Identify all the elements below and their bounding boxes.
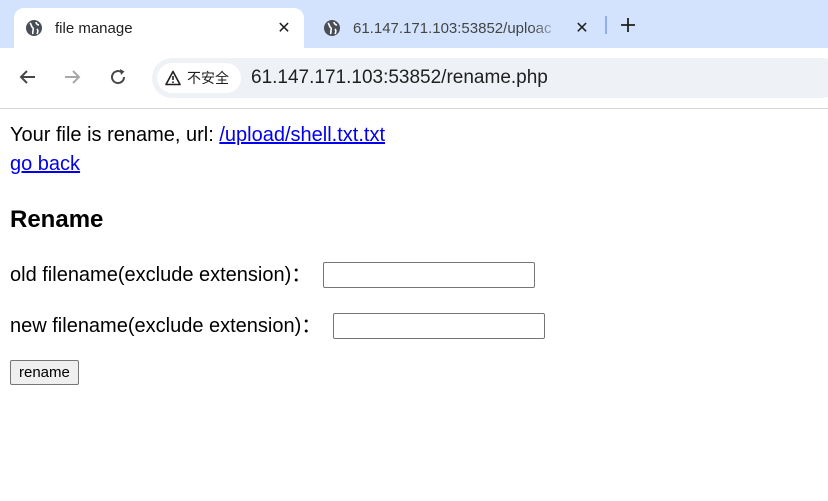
security-label: 不安全: [187, 70, 229, 86]
tab-strip: file manage ✕ 61.147.171.103:53852/uploa…: [0, 0, 828, 48]
back-button[interactable]: [16, 65, 40, 89]
address-bar[interactable]: 不安全 61.147.171.103:53852/rename.php: [152, 58, 828, 98]
go-back-link[interactable]: go back: [10, 153, 80, 175]
new-filename-label: new filename(exclude extension)：: [10, 314, 322, 337]
arrow-right-icon: [65, 70, 81, 84]
reload-button[interactable]: [106, 65, 130, 89]
tab-file-manage[interactable]: file manage ✕: [14, 8, 304, 48]
close-icon[interactable]: ✕: [572, 18, 592, 38]
new-tab-button[interactable]: [616, 13, 640, 37]
browser-toolbar: 不安全 61.147.171.103:53852/rename.php: [0, 48, 828, 109]
old-filename-label: old filename(exclude extension)：: [10, 263, 312, 286]
old-filename-row: old filename(exclude extension)：: [10, 261, 818, 289]
page-title: Rename: [10, 206, 104, 233]
reload-icon: [111, 69, 126, 85]
message-text: Your file is rename, url:: [10, 124, 220, 146]
arrow-left-icon: [19, 70, 35, 84]
tab-title: 61.147.171.103:53852/uploac: [353, 19, 552, 37]
forward-button[interactable]: [60, 65, 84, 89]
warning-icon: [165, 70, 181, 86]
globe-icon: [323, 19, 341, 37]
uploaded-file-link[interactable]: /upload/shell.txt.txt: [219, 124, 385, 146]
close-icon[interactable]: ✕: [274, 18, 294, 38]
rename-button[interactable]: rename: [10, 360, 79, 385]
tab-title: file manage: [55, 19, 133, 37]
security-chip[interactable]: 不安全: [157, 63, 241, 93]
new-filename-row: new filename(exclude extension)：: [10, 312, 818, 340]
page-content: Your file is rename, url: /upload/shell.…: [0, 109, 828, 398]
url-text[interactable]: 61.147.171.103:53852/rename.php: [251, 67, 548, 89]
globe-icon: [25, 19, 43, 37]
tab-upload[interactable]: 61.147.171.103:53852/uploac ✕: [312, 8, 602, 48]
old-filename-input[interactable]: [323, 262, 536, 288]
result-message: Your file is rename, url: /upload/shell.…: [10, 121, 818, 150]
new-filename-input[interactable]: [333, 313, 546, 339]
tab-separator: [605, 16, 607, 34]
plus-icon: [621, 18, 635, 32]
